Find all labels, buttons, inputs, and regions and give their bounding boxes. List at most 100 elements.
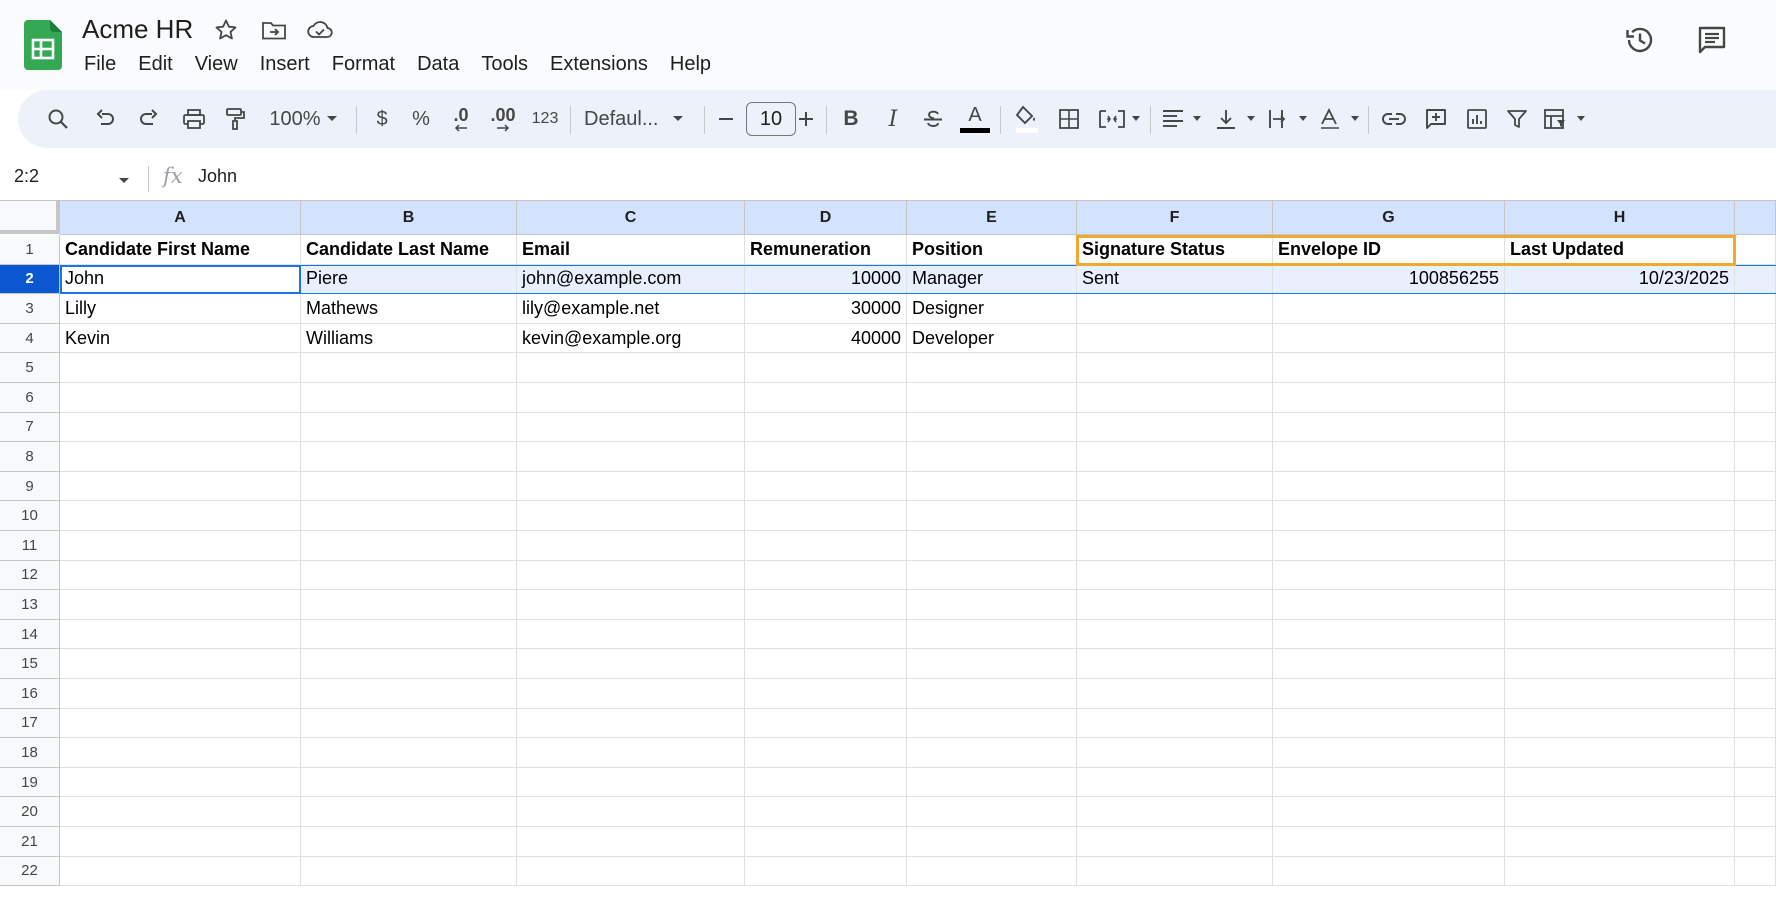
cell-c1[interactable]: Email xyxy=(517,235,745,265)
cell-e11[interactable] xyxy=(907,531,1077,561)
cell-f16[interactable] xyxy=(1077,679,1273,709)
cell-g2[interactable]: 100856255 xyxy=(1273,264,1505,295)
cell-f2[interactable]: Sent xyxy=(1077,264,1273,295)
name-box-dropdown-icon[interactable] xyxy=(118,172,130,190)
cell-g4[interactable] xyxy=(1273,323,1505,354)
cell-d9[interactable] xyxy=(745,471,907,502)
cell-h19[interactable] xyxy=(1505,767,1735,798)
cell-g22[interactable] xyxy=(1273,856,1505,887)
cell-e9[interactable] xyxy=(907,471,1077,502)
cell-d14[interactable] xyxy=(745,619,907,650)
cell-c21[interactable] xyxy=(517,827,745,857)
cell-c10[interactable] xyxy=(517,501,745,531)
cell-a13[interactable] xyxy=(60,590,301,620)
cell-g8[interactable] xyxy=(1273,442,1505,472)
cell-e4[interactable]: Developer xyxy=(907,323,1077,354)
cell-i3[interactable] xyxy=(1735,294,1776,324)
merge-cells-icon[interactable] xyxy=(1096,99,1144,139)
cell-h4[interactable] xyxy=(1505,323,1735,354)
cell-i14[interactable] xyxy=(1735,619,1776,650)
cell-b2[interactable]: Piere xyxy=(301,264,517,295)
cell-g20[interactable] xyxy=(1273,797,1505,827)
cell-i16[interactable] xyxy=(1735,679,1776,709)
cell-d19[interactable] xyxy=(745,767,907,798)
menu-insert[interactable]: Insert xyxy=(249,50,321,78)
cell-d18[interactable] xyxy=(745,738,907,768)
column-header-overflow[interactable] xyxy=(1735,201,1776,235)
cell-f5[interactable] xyxy=(1077,353,1273,383)
cell-h16[interactable] xyxy=(1505,679,1735,709)
cell-b7[interactable] xyxy=(301,412,517,443)
filter-icon[interactable] xyxy=(1502,99,1532,139)
cell-f18[interactable] xyxy=(1077,738,1273,768)
cell-a7[interactable] xyxy=(60,412,301,443)
cell-a17[interactable] xyxy=(60,708,301,739)
cell-c18[interactable] xyxy=(517,738,745,768)
cell-h13[interactable] xyxy=(1505,590,1735,620)
row-header-18[interactable]: 18 xyxy=(0,738,60,768)
cell-g13[interactable] xyxy=(1273,590,1505,620)
cell-g9[interactable] xyxy=(1273,471,1505,502)
cell-d5[interactable] xyxy=(745,353,907,383)
cell-c9[interactable] xyxy=(517,471,745,502)
row-header-9[interactable]: 9 xyxy=(0,471,60,502)
undo-icon[interactable] xyxy=(88,99,122,139)
cell-f6[interactable] xyxy=(1077,383,1273,413)
zoom-select[interactable]: 100% xyxy=(264,99,326,139)
column-header-d[interactable]: D xyxy=(745,201,907,235)
cell-i11[interactable] xyxy=(1735,531,1776,561)
cell-h22[interactable] xyxy=(1505,856,1735,887)
menu-format[interactable]: Format xyxy=(321,50,406,78)
comments-icon[interactable] xyxy=(1694,22,1730,58)
cell-c7[interactable] xyxy=(517,412,745,443)
column-header-c[interactable]: C xyxy=(517,201,745,235)
cell-h5[interactable] xyxy=(1505,353,1735,383)
cell-e5[interactable] xyxy=(907,353,1077,383)
row-header-19[interactable]: 19 xyxy=(0,767,60,798)
column-header-b[interactable]: B xyxy=(301,201,517,235)
cell-h17[interactable] xyxy=(1505,708,1735,739)
row-header-14[interactable]: 14 xyxy=(0,619,60,650)
cell-d2[interactable]: 10000 xyxy=(745,264,907,295)
row-header-7[interactable]: 7 xyxy=(0,412,60,443)
cell-e12[interactable] xyxy=(907,560,1077,591)
print-icon[interactable] xyxy=(176,99,212,139)
percent-format-button[interactable]: % xyxy=(408,99,434,139)
cell-g16[interactable] xyxy=(1273,679,1505,709)
cell-c3[interactable]: lily@example.net xyxy=(517,294,745,324)
cell-f20[interactable] xyxy=(1077,797,1273,827)
cell-f17[interactable] xyxy=(1077,708,1273,739)
cell-f3[interactable] xyxy=(1077,294,1273,324)
cell-h1[interactable]: Last Updated xyxy=(1505,235,1735,265)
cell-c14[interactable] xyxy=(517,619,745,650)
cell-b9[interactable] xyxy=(301,471,517,502)
bold-button[interactable]: B xyxy=(838,99,864,139)
cell-a2[interactable]: John xyxy=(60,264,301,295)
cell-h18[interactable] xyxy=(1505,738,1735,768)
decrease-decimal-button[interactable]: .0 xyxy=(446,99,476,139)
cell-h9[interactable] xyxy=(1505,471,1735,502)
cell-d10[interactable] xyxy=(745,501,907,531)
cell-i9[interactable] xyxy=(1735,471,1776,502)
cell-b19[interactable] xyxy=(301,767,517,798)
cell-e8[interactable] xyxy=(907,442,1077,472)
cell-d21[interactable] xyxy=(745,827,907,857)
row-header-20[interactable]: 20 xyxy=(0,797,60,827)
cell-c6[interactable] xyxy=(517,383,745,413)
cell-i21[interactable] xyxy=(1735,827,1776,857)
cell-b20[interactable] xyxy=(301,797,517,827)
cell-a1[interactable]: Candidate First Name xyxy=(60,235,301,265)
row-header-17[interactable]: 17 xyxy=(0,708,60,739)
strikethrough-icon[interactable] xyxy=(920,99,946,139)
row-header-10[interactable]: 10 xyxy=(0,501,60,531)
cell-e6[interactable] xyxy=(907,383,1077,413)
cell-c11[interactable] xyxy=(517,531,745,561)
cell-a16[interactable] xyxy=(60,679,301,709)
cell-d8[interactable] xyxy=(745,442,907,472)
cell-h7[interactable] xyxy=(1505,412,1735,443)
cell-i12[interactable] xyxy=(1735,560,1776,591)
cell-h8[interactable] xyxy=(1505,442,1735,472)
cell-a19[interactable] xyxy=(60,767,301,798)
cell-d15[interactable] xyxy=(745,649,907,679)
cell-i19[interactable] xyxy=(1735,767,1776,798)
